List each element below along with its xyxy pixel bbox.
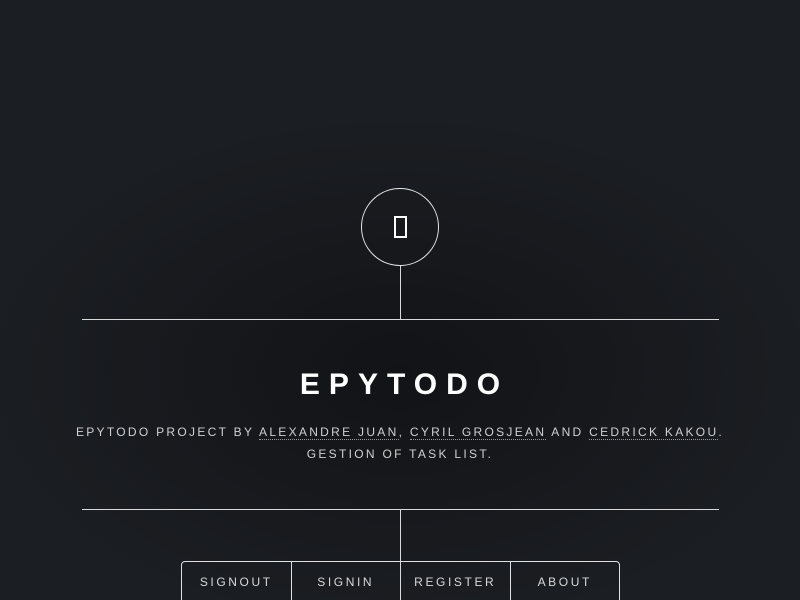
description-subtitle: Gestion of task list.: [306, 447, 494, 461]
nav-register-link[interactable]: Register: [400, 562, 510, 600]
author-link-alexandre-juan[interactable]: Alexandre Juan: [259, 425, 399, 440]
nav-signout-link[interactable]: Signout: [182, 562, 291, 600]
logo: [361, 188, 439, 266]
author-link-cyril-grosjean[interactable]: Cyril Grosjean: [409, 425, 547, 440]
site-title: EPYTODO: [299, 368, 510, 401]
connector-line-bottom: [400, 510, 401, 600]
description-prefix: Epytodo project by: [75, 425, 260, 439]
divider-top: [82, 319, 719, 320]
nav-about-link[interactable]: About: [509, 562, 620, 600]
connector-line-top: [400, 266, 401, 319]
description-suffix: .: [718, 425, 725, 439]
square-outline-icon: [394, 216, 407, 238]
page-header: EPYTODO Epytodo project by Alexandre Jua…: [0, 0, 800, 600]
site-description: Epytodo project by Alexandre Juan, Cyril…: [0, 421, 800, 465]
nav-signin-link[interactable]: Signin: [290, 562, 401, 600]
description-conjunction: and: [546, 425, 590, 439]
author-link-cedrick-kakou[interactable]: Cedrick Kakou: [589, 425, 719, 440]
description-separator: ,: [398, 425, 410, 439]
